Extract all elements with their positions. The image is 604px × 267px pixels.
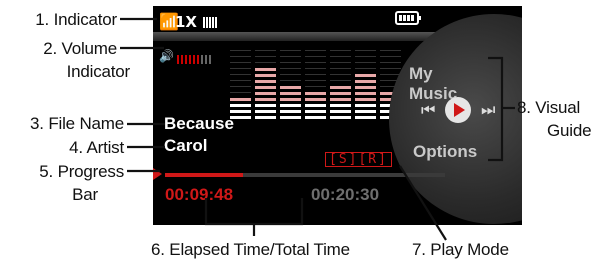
callout-visual-guide-line2: Guide xyxy=(547,121,592,140)
callout-file-name: 3. File Name xyxy=(30,114,124,133)
callout-indicator: 1. Indicator xyxy=(35,10,117,29)
callout-play-mode: 7. Play Mode xyxy=(412,240,509,259)
callout-volume-line1: 2. Volume xyxy=(43,39,117,58)
callout-artist: 4. Artist xyxy=(69,138,124,157)
callout-progress-line1: 5. Progress xyxy=(39,162,124,181)
callout-visual-guide-line1: 8. Visual xyxy=(517,98,581,117)
callout-progress-line2: Bar xyxy=(72,185,98,204)
callout-time: 6. Elapsed Time/Total Time xyxy=(151,240,350,259)
callout-volume-line2: Indicator xyxy=(66,62,131,81)
